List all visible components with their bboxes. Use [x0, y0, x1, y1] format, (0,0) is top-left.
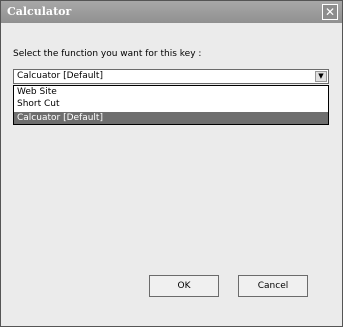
chevron-down-icon: ▼: [318, 72, 324, 80]
option-web-site[interactable]: Web Site: [14, 86, 328, 98]
prompt-label: Select the function you want for this ke…: [13, 49, 202, 59]
close-icon: ✕: [324, 5, 336, 19]
cancel-button[interactable]: Cancel: [238, 275, 308, 297]
function-select[interactable]: Calcuator [Default] ▼: [13, 69, 329, 84]
selected-value: Calcuator [Default]: [17, 71, 103, 81]
ok-button[interactable]: OK: [149, 275, 219, 297]
option-short-cut[interactable]: Short Cut: [14, 98, 328, 110]
dropdown-list: Web Site Short Cut Calcuator [Default]: [13, 85, 329, 125]
close-button[interactable]: ✕: [322, 4, 338, 20]
window-title: Calculator: [7, 5, 72, 18]
option-calculator-default[interactable]: Calcuator [Default]: [14, 112, 328, 124]
dropdown-button[interactable]: ▼: [315, 71, 327, 82]
title-bar[interactable]: Calculator ✕: [1, 1, 342, 23]
dialog-window: Calculator ✕ Select the function you wan…: [0, 0, 343, 327]
